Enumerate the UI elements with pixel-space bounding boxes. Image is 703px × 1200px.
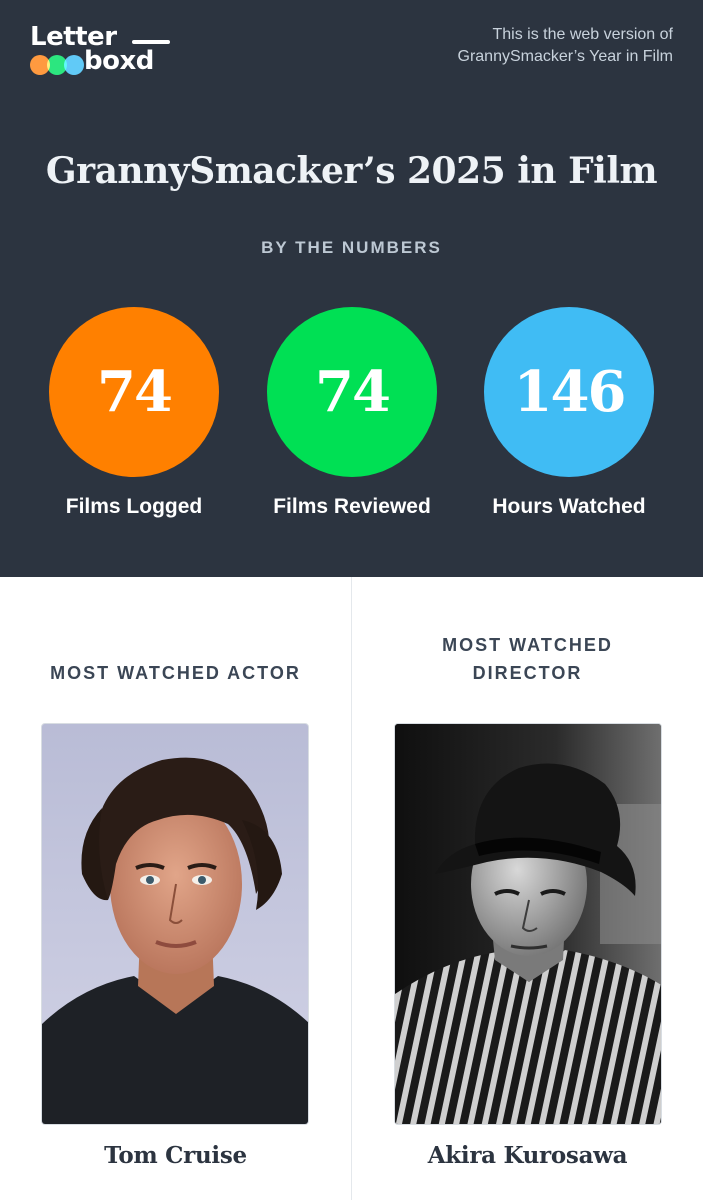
stat-hours-watched: 146 Hours Watched — [469, 307, 669, 527]
logo-dash — [132, 40, 170, 44]
director-heading-line2: DIRECTOR — [472, 663, 583, 683]
by-the-numbers-heading: BY THE NUMBERS — [261, 238, 442, 257]
stat-value: 74 — [97, 359, 173, 425]
stat-circle-green: 74 — [267, 307, 437, 477]
stat-films-reviewed: 74 Films Reviewed — [252, 307, 452, 527]
stat-circle-orange: 74 — [49, 307, 219, 477]
year-in-film-header: Letter boxd This is the web version of G… — [0, 0, 703, 577]
stat-label: Films Reviewed — [273, 495, 431, 518]
stat-circle-blue: 146 — [484, 307, 654, 477]
director-heading-line1: MOST WATCHED — [442, 635, 613, 655]
stat-films-logged: 74 Films Logged — [34, 307, 234, 527]
web-version-note-line2: GrannySmacker’s Year in Film — [457, 48, 674, 65]
stat-label: Films Logged — [65, 495, 203, 518]
director-name[interactable]: Akira Kurosawa — [352, 1142, 703, 1169]
web-version-note: This is the web version of GrannySmacker… — [373, 24, 674, 68]
letterboxd-logo[interactable]: Letter boxd — [28, 18, 178, 80]
logo-dots-icon — [30, 55, 90, 75]
logo-dot-blue — [64, 55, 84, 75]
page-title: GrannySmacker’s 2025 in Film — [45, 150, 658, 192]
most-watched-section: MOST WATCHED ACTOR Tom Cruise MOST WATCH… — [0, 577, 703, 1200]
actor-photo[interactable] — [41, 723, 309, 1125]
most-watched-actor-heading: MOST WATCHED ACTOR — [50, 663, 301, 683]
stat-value: 146 — [513, 359, 627, 425]
logo-text-boxd: boxd — [84, 46, 154, 76]
most-watched-actor-column: MOST WATCHED ACTOR Tom Cruise — [0, 577, 351, 1200]
stat-value: 74 — [315, 359, 391, 425]
web-version-note-line1: This is the web version of — [492, 26, 673, 43]
actor-portrait-image — [42, 724, 308, 1124]
stat-label: Hours Watched — [492, 495, 646, 518]
actor-name[interactable]: Tom Cruise — [0, 1142, 351, 1169]
director-photo[interactable] — [394, 723, 662, 1125]
director-portrait-image — [395, 724, 661, 1124]
most-watched-director-heading: MOST WATCHED DIRECTOR — [352, 631, 703, 687]
most-watched-director-column: MOST WATCHED DIRECTOR Akira Kurosawa — [352, 577, 703, 1200]
